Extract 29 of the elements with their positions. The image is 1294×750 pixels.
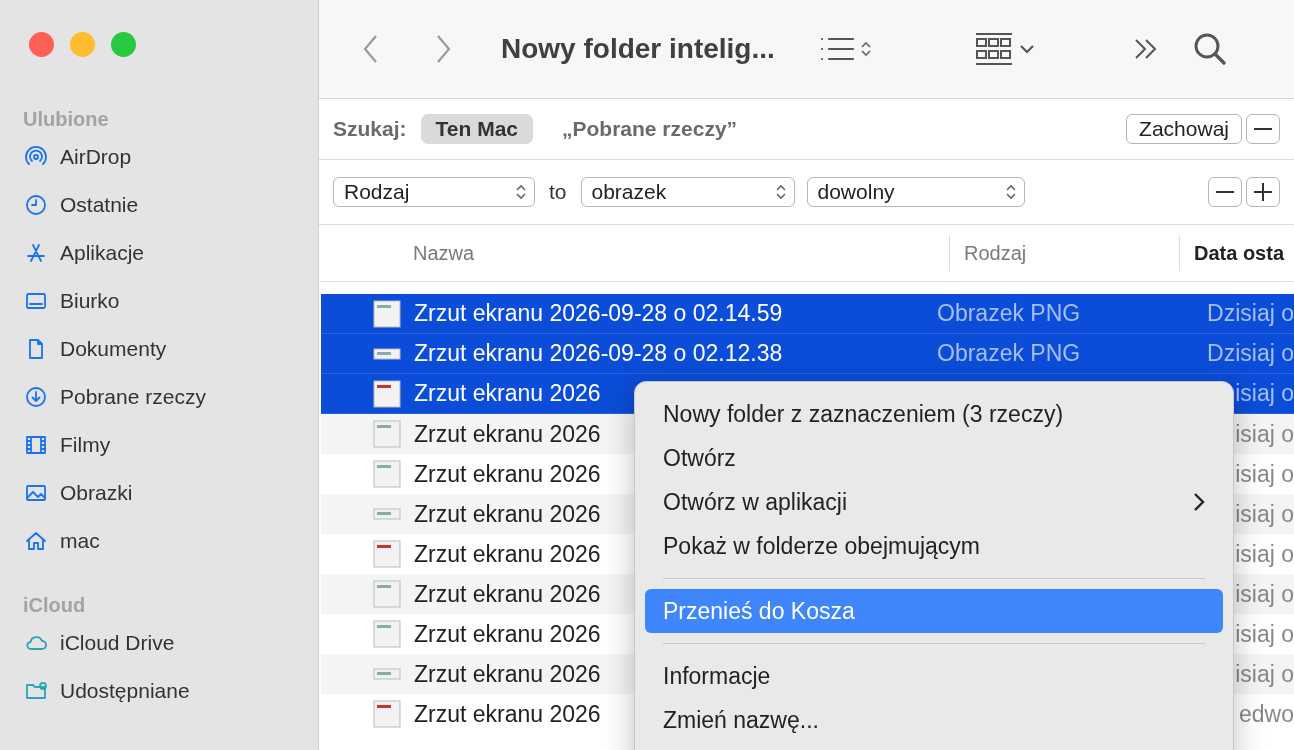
file-name: Zrzut ekranu 2026 — [414, 380, 601, 407]
file-date: Dzisiaj o — [1207, 300, 1294, 327]
file-date: isiaj o — [1235, 540, 1294, 568]
file-name: Zrzut ekranu 2026-09-28 o 02.14.59 — [414, 300, 783, 327]
file-name: Zrzut ekranu 2026 — [414, 580, 601, 608]
file-name: Zrzut ekranu 2026 — [414, 420, 601, 448]
operator-text: to — [549, 180, 567, 204]
file-name: Zrzut ekranu 2026 — [414, 460, 601, 488]
search-label: Szukaj: — [333, 117, 407, 141]
file-name: Zrzut ekranu 2026-09-28 o 02.12.38 — [414, 340, 783, 367]
file-date: isiaj o — [1235, 620, 1294, 648]
sidebar-section-title: Ulubione — [22, 107, 110, 132]
file-name: Zrzut ekranu 2026 — [414, 660, 601, 688]
file-date: isiaj o — [1235, 420, 1294, 448]
file-name: Zrzut ekranu 2026 — [414, 700, 601, 728]
file-kind: Obrazek PNG — [937, 340, 1081, 366]
file-kind: Obrazek PNG — [937, 300, 1081, 326]
file-date: Dzisiaj o — [1207, 340, 1294, 367]
file-date: isiaj o — [1235, 660, 1294, 688]
file-name: Zrzut ekranu 2026 — [414, 500, 601, 528]
file-name: Zrzut ekranu 2026 — [414, 540, 601, 568]
file-date: isiaj o — [1235, 500, 1294, 528]
file-date: edwo — [1239, 700, 1294, 728]
sidebar-section-title: iCloud — [22, 593, 87, 618]
file-date: isiaj o — [1235, 380, 1294, 407]
file-name: Zrzut ekranu 2026 — [414, 620, 601, 648]
window-title: Nowy folder intelig... — [501, 33, 775, 65]
file-date: isiaj o — [1235, 460, 1294, 488]
file-date: isiaj o — [1235, 580, 1294, 608]
